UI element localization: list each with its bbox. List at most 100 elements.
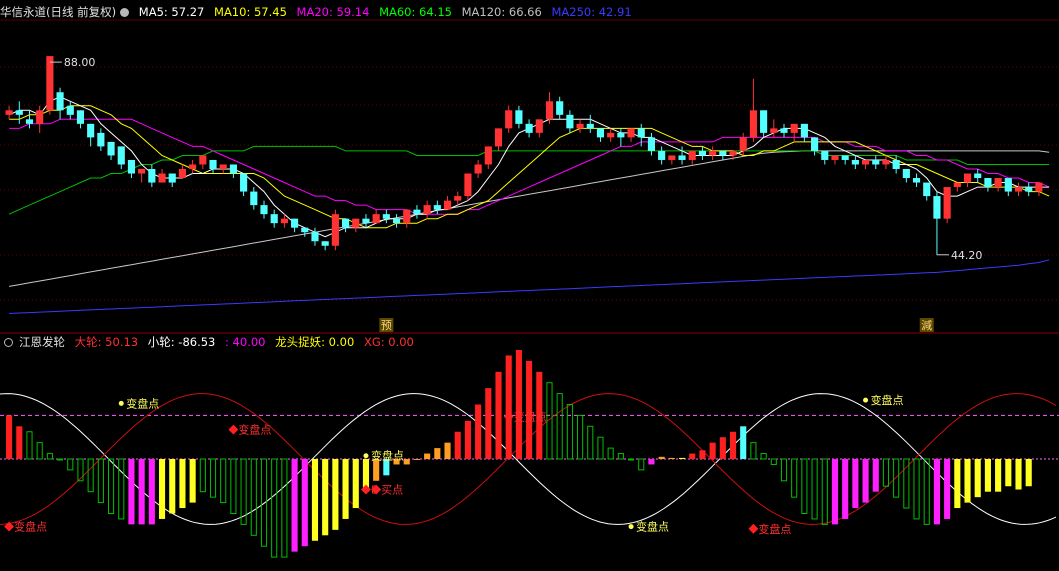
candle-body bbox=[270, 214, 278, 224]
indicator-bar bbox=[475, 404, 482, 459]
candle-body bbox=[800, 123, 808, 138]
candle-body bbox=[984, 178, 992, 188]
indicator-bar bbox=[903, 458, 910, 509]
indicator-bar bbox=[842, 459, 849, 519]
candle-body bbox=[515, 110, 523, 124]
candle-body bbox=[963, 173, 972, 183]
candle-body bbox=[240, 173, 248, 192]
indicator-bar bbox=[831, 459, 839, 525]
indicator-bar bbox=[301, 459, 308, 547]
low-price-label: 44.20 bbox=[951, 249, 983, 262]
candle-body bbox=[46, 56, 54, 111]
candle-body bbox=[790, 123, 798, 133]
candle-body bbox=[178, 169, 186, 179]
signal-label: 变盘点 bbox=[514, 409, 547, 423]
indicator-bar bbox=[668, 457, 675, 459]
candle-body bbox=[454, 196, 462, 201]
indicator-bar bbox=[689, 453, 696, 459]
indicator-bar bbox=[46, 453, 53, 460]
candle-body bbox=[189, 164, 197, 169]
signal-label: 变盘点 bbox=[758, 522, 791, 536]
indicator-bar bbox=[658, 456, 665, 459]
indicator-bar bbox=[6, 415, 13, 459]
indicator-bar bbox=[413, 459, 420, 460]
indicator-bar bbox=[199, 458, 206, 493]
candle-body bbox=[291, 218, 299, 228]
candle-body bbox=[1025, 187, 1033, 192]
candle-body bbox=[719, 150, 727, 156]
candle-body bbox=[912, 178, 921, 183]
candle-body bbox=[372, 214, 380, 224]
indicator-bar bbox=[118, 458, 125, 520]
candle-body bbox=[76, 110, 85, 124]
candle-body bbox=[872, 159, 880, 165]
candle-body bbox=[484, 146, 492, 165]
candle-body bbox=[923, 182, 931, 197]
candle-body bbox=[311, 232, 319, 242]
indicator-bar bbox=[209, 458, 217, 498]
indicator-bar bbox=[158, 459, 166, 519]
indicator-bar bbox=[322, 459, 329, 536]
candle-body bbox=[107, 141, 115, 156]
candle-body bbox=[15, 110, 23, 115]
indicator-bar bbox=[811, 458, 818, 520]
candle-body bbox=[892, 159, 900, 169]
indicator-bar bbox=[464, 420, 471, 459]
candle-body bbox=[321, 241, 329, 246]
signal-dot bbox=[363, 453, 369, 459]
indicator-bar bbox=[291, 459, 298, 552]
candle-body bbox=[331, 214, 339, 246]
signal-diamond bbox=[228, 424, 239, 435]
candle-body bbox=[148, 169, 156, 183]
candle-body bbox=[505, 110, 513, 129]
candle-body bbox=[1014, 187, 1023, 192]
candle-body bbox=[25, 119, 34, 124]
indicator-bar bbox=[974, 459, 981, 498]
indicator-bar bbox=[913, 458, 920, 520]
candle-body bbox=[953, 182, 961, 188]
indicator-bar bbox=[893, 458, 900, 498]
candle-body bbox=[56, 92, 64, 111]
candle-body bbox=[882, 159, 890, 165]
indicator-bar bbox=[699, 450, 706, 459]
candle-body bbox=[668, 155, 676, 160]
indicator-bar bbox=[220, 458, 227, 504]
candle-body bbox=[219, 164, 227, 169]
indicator-bar bbox=[179, 459, 186, 509]
indicator-bar bbox=[729, 431, 737, 459]
candle-body bbox=[168, 173, 176, 183]
indicator-bar bbox=[791, 458, 798, 498]
ma250-line bbox=[9, 259, 1050, 314]
candle-body bbox=[474, 164, 482, 174]
stock-chart-svg[interactable]: 88.0044.20预減变盘点变盘点变盘点B买点变盘点变盘点变盘点变盘点变盘点 bbox=[0, 0, 1059, 571]
ma120-line bbox=[9, 150, 1050, 287]
indicator-bar bbox=[250, 458, 257, 536]
candle-body bbox=[709, 150, 717, 156]
signal-diamond bbox=[361, 484, 371, 495]
candle-body bbox=[576, 123, 584, 129]
candle-body bbox=[1004, 178, 1012, 192]
candle-body bbox=[87, 123, 95, 138]
indicator-bar bbox=[964, 459, 971, 503]
indicator-bar bbox=[454, 431, 461, 459]
signal-label: 变盘点 bbox=[126, 396, 159, 410]
indicator-bar bbox=[709, 442, 716, 459]
indicator-bar bbox=[577, 414, 584, 460]
indicator-bar bbox=[556, 393, 563, 460]
high-price-label: 88.00 bbox=[64, 56, 96, 69]
indicator-bar bbox=[424, 453, 431, 459]
indicator-bar bbox=[923, 458, 930, 525]
indicator-bar bbox=[169, 459, 176, 514]
indicator-bar bbox=[872, 459, 879, 492]
indicator-bar bbox=[138, 459, 145, 525]
indicator-bar bbox=[984, 459, 991, 492]
candle-body bbox=[535, 119, 543, 133]
indicator-bar bbox=[780, 458, 788, 482]
signal-label: 变盘点 bbox=[371, 449, 404, 463]
candle-body bbox=[250, 191, 258, 206]
candle-body bbox=[301, 227, 309, 233]
candle-body bbox=[933, 196, 941, 219]
candle-body bbox=[66, 105, 74, 115]
indicator-bar bbox=[281, 458, 288, 558]
indicator-bar bbox=[607, 447, 614, 460]
